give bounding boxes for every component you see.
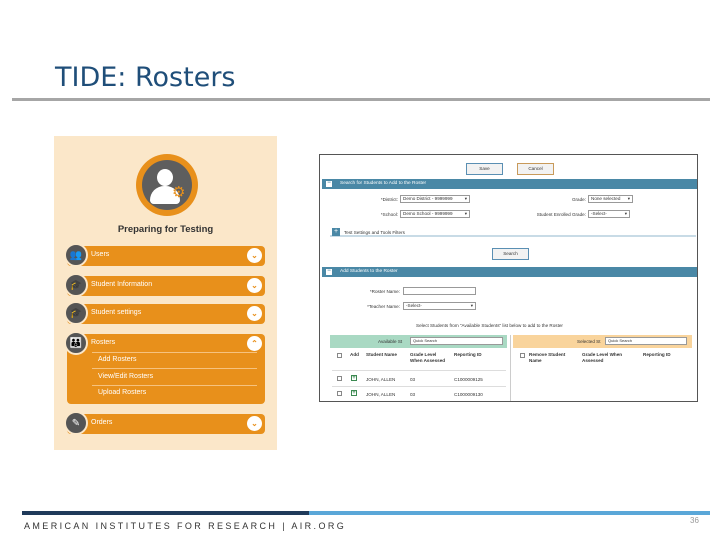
- chevron-down-icon[interactable]: ⌄: [247, 306, 262, 321]
- order-form-icon: ✎: [64, 411, 88, 435]
- district-select[interactable]: Demo District - 9999999 ▾: [400, 195, 470, 203]
- dropdown-arrow-icon: ▾: [470, 303, 473, 308]
- menu-item-student-information[interactable]: 🎓 Student Information ⌄: [64, 273, 265, 297]
- row-checkbox[interactable]: [337, 376, 342, 381]
- menu-heading: Preparing for Testing: [117, 224, 214, 235]
- teacher-name-select[interactable]: -Select- ▾: [403, 302, 476, 310]
- menu-item-label: Student settings: [91, 309, 142, 316]
- add-student-button[interactable]: +: [351, 390, 357, 396]
- save-button[interactable]: Save: [466, 163, 503, 175]
- menu-item-label: Orders: [91, 419, 113, 426]
- graduation-cap-icon: 🎓: [64, 273, 88, 297]
- menu-item-users[interactable]: 👥 Users ⌄: [64, 243, 265, 267]
- menu-item-student-settings[interactable]: 🎓 Student settings ⌄: [64, 301, 265, 325]
- reporting-id: C1000009125: [454, 377, 483, 382]
- grade-level: 03: [410, 377, 416, 382]
- teacher-name-label: *Teacher Name:: [367, 304, 400, 309]
- search-section-header[interactable]: − Search for Students to Add to the Rost…: [322, 179, 697, 189]
- select-all-checkbox[interactable]: [337, 353, 342, 358]
- test-settings-filters[interactable]: + Test Settings and Tools Filters: [330, 228, 696, 237]
- available-students-header: Available St Quick Search: [330, 335, 507, 348]
- column-header-grade: Grade Level When Assessed: [410, 352, 446, 363]
- roster-icon: 👪: [64, 331, 88, 355]
- grade-label: Grade:: [571, 197, 586, 202]
- users-icon: 👥: [64, 243, 88, 267]
- dropdown-arrow-icon: ▾: [464, 211, 467, 216]
- column-header-remove-student-name: Remove Student Name: [529, 352, 566, 363]
- grade-select[interactable]: None selected ▾: [588, 195, 633, 203]
- select-all-selected-checkbox[interactable]: [520, 353, 525, 358]
- menu-item-label: Student Information: [91, 281, 153, 288]
- instruction-text: Select Students from "Available Students…: [416, 323, 563, 328]
- submenu-view-edit-rosters[interactable]: View/Edit Rosters: [98, 373, 153, 380]
- menu-item-orders[interactable]: ✎ Orders ⌄: [64, 411, 265, 435]
- column-header-student-name: Student Name: [366, 352, 397, 357]
- student-name: JOHN, ALLEN: [366, 392, 396, 397]
- available-students-title: Available St: [378, 339, 403, 344]
- title-divider: [12, 98, 710, 101]
- dropdown-arrow-icon: ▾: [464, 196, 467, 201]
- column-header-grade-selected: Grade Level When Assessed: [582, 352, 623, 363]
- page-number: 36: [690, 516, 699, 525]
- test-settings-label: Test Settings and Tools Filters: [344, 230, 405, 235]
- chevron-down-icon[interactable]: ⌄: [247, 416, 262, 431]
- search-button[interactable]: Search: [492, 248, 529, 260]
- gear-icon: ⚙: [172, 184, 186, 201]
- collapse-icon[interactable]: −: [326, 268, 332, 275]
- student-name: JOHN, ALLEN: [366, 377, 396, 382]
- chevron-down-icon[interactable]: ⌄: [247, 248, 262, 263]
- submenu-upload-rosters[interactable]: Upload Rosters: [98, 389, 146, 396]
- row-checkbox[interactable]: [337, 391, 342, 396]
- submenu-add-rosters[interactable]: Add Rosters: [98, 356, 137, 363]
- cancel-button[interactable]: Cancel: [517, 163, 554, 175]
- chevron-up-icon[interactable]: ⌃: [247, 336, 262, 351]
- school-label: *School:: [380, 212, 398, 217]
- add-section-title: Add Students to the Roster: [340, 269, 398, 274]
- school-select[interactable]: Demo School - 9999999 ▾: [400, 210, 470, 218]
- chevron-down-icon[interactable]: ⌄: [247, 278, 262, 293]
- grade-level: 03: [410, 392, 416, 397]
- column-header-add: Add: [350, 352, 359, 357]
- tide-menu-panel: ⚙ Preparing for Testing 👥 Users ⌄ 🎓 Stud…: [54, 136, 277, 450]
- slide-title: TIDE: Rosters: [55, 62, 236, 93]
- selected-quick-search[interactable]: Quick Search: [605, 337, 687, 345]
- enrolled-grade-select[interactable]: -Select- ▾: [588, 210, 630, 218]
- district-label: *District:: [380, 197, 398, 202]
- selected-students-header: Selected St Quick Search: [513, 335, 692, 348]
- dropdown-arrow-icon: ▾: [624, 211, 627, 216]
- menu-item-rosters[interactable]: 👪 Rosters ⌃ Add Rosters View/Edit Roster…: [64, 331, 265, 404]
- expand-icon[interactable]: +: [332, 228, 340, 236]
- search-section-title: Search for Students to Add to the Roster: [340, 181, 427, 186]
- footer-bar-dark: [22, 511, 309, 515]
- roster-name-input[interactable]: [403, 287, 476, 295]
- add-section-header[interactable]: − Add Students to the Roster: [322, 267, 697, 277]
- menu-item-label: Users: [91, 251, 110, 258]
- roster-name-label: *Roster Name:: [369, 289, 400, 294]
- available-quick-search[interactable]: Quick Search: [410, 337, 503, 345]
- footer-bar-light: [309, 511, 710, 515]
- footer-text: AMERICAN INSTITUTES FOR RESEARCH | AIR.O…: [24, 521, 347, 531]
- collapse-icon[interactable]: −: [326, 180, 332, 187]
- enrolled-grade-label: Student Enrolled Grade:: [536, 212, 586, 217]
- selected-students-title: Selected St: [577, 339, 601, 344]
- graduation-cap-icon: 🎓: [64, 301, 88, 325]
- dropdown-arrow-icon: ▾: [627, 196, 630, 201]
- add-student-button[interactable]: +: [351, 375, 357, 381]
- column-header-reporting-id: Reporting ID: [454, 352, 482, 357]
- menu-item-label: Rosters: [91, 339, 116, 346]
- preparing-for-testing-icon: ⚙: [136, 154, 198, 216]
- column-header-reporting-id-selected: Reporting ID: [643, 352, 671, 357]
- reporting-id: C1000009130: [454, 392, 483, 397]
- add-roster-screenshot: Save Cancel − Search for Students to Add…: [319, 154, 698, 402]
